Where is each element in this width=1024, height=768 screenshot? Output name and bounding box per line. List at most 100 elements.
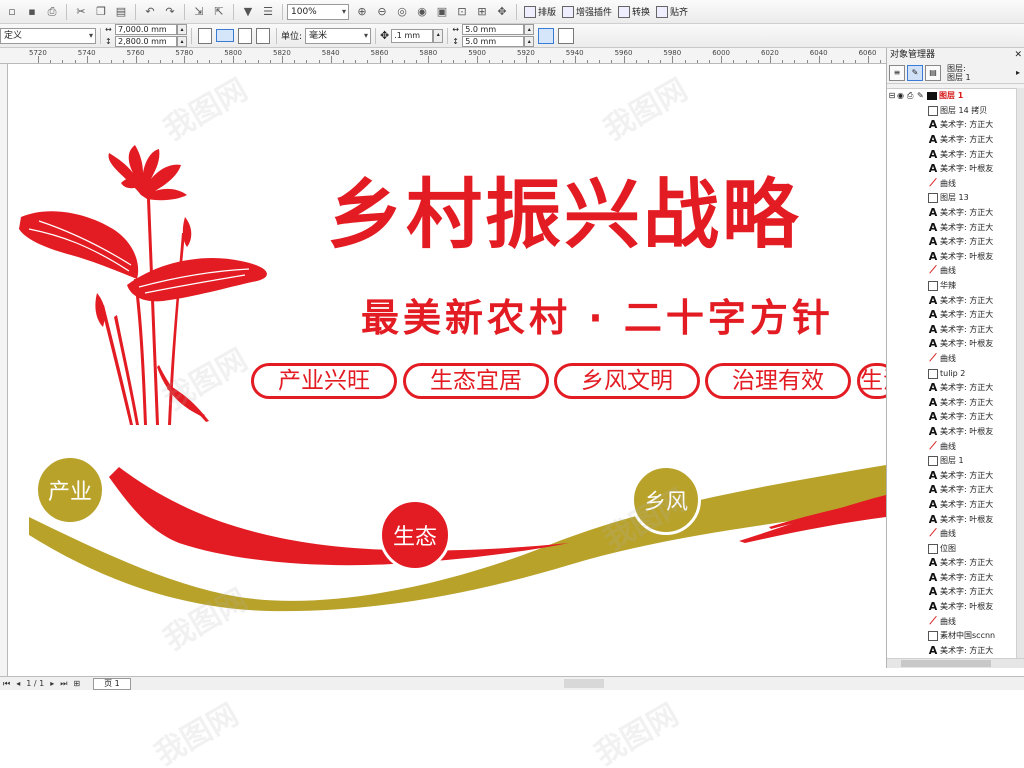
object-tree-scrollbar[interactable] xyxy=(1016,88,1024,658)
zoom-page-icon[interactable]: ▣ xyxy=(433,3,451,21)
dup-y-spinner[interactable]: ▴ xyxy=(524,36,535,47)
add-page-icon[interactable]: ⊞ xyxy=(73,679,80,688)
curve-object-row[interactable]: ⟋ 曲线 xyxy=(887,264,1017,279)
object-group-row[interactable]: tulip 2 xyxy=(887,366,1017,381)
layer-manager-view-icon[interactable]: ▤ xyxy=(925,64,941,81)
nudge-spinner[interactable]: ▴ xyxy=(433,28,444,43)
text-object-row[interactable]: A 美术字: 方正大 xyxy=(887,235,1017,250)
object-group-row[interactable]: 图层 13 xyxy=(887,191,1017,206)
text-object-row[interactable]: A 美术字: 方正大 xyxy=(887,395,1017,410)
page-width-field[interactable]: 7,000.0 mm xyxy=(115,24,177,35)
zoom-selected-icon[interactable]: ◎ xyxy=(393,3,411,21)
text-object-row[interactable]: A 美术字: 叶根友 xyxy=(887,425,1017,440)
nudge-distance-field[interactable]: .1 mm xyxy=(391,28,434,43)
zoom-width-icon[interactable]: ⊡ xyxy=(453,3,471,21)
horizontal-scrollbar[interactable] xyxy=(564,679,604,688)
panel-menu-icon[interactable]: ▸ xyxy=(1016,68,1020,77)
edit-across-layers-icon[interactable]: ✎ xyxy=(907,64,923,81)
last-page-icon[interactable]: ⏭ xyxy=(60,679,67,689)
text-object-row[interactable]: A 美术字: 方正大 xyxy=(887,133,1017,148)
previous-page-icon[interactable]: ◂ xyxy=(16,679,20,688)
curve-object-row[interactable]: ⟋ 曲线 xyxy=(887,439,1017,454)
object-group-row[interactable]: 位图 xyxy=(887,541,1017,556)
text-object-row[interactable]: A 美术字: 叶根友 xyxy=(887,250,1017,265)
visibility-eye-icon[interactable]: ◉ xyxy=(897,89,907,103)
curve-object-row[interactable]: ⟋ 曲线 xyxy=(887,352,1017,367)
curve-object-row[interactable]: ⟋ 曲线 xyxy=(887,177,1017,192)
text-object-row[interactable]: A 美术字: 方正大 xyxy=(887,118,1017,133)
next-page-icon[interactable]: ▸ xyxy=(50,679,54,688)
landscape-icon[interactable] xyxy=(216,29,234,42)
drawing-canvas[interactable]: 乡村振兴战略 最美新农村 · 二十字方针 产业兴旺 生态宜居 乡风文明 治理有效… xyxy=(9,65,886,675)
curve-object-row[interactable]: ⟋ 曲线 xyxy=(887,614,1017,629)
copy-icon[interactable]: ❐ xyxy=(92,3,110,21)
object-group-row[interactable]: 素材中国sccnn xyxy=(887,629,1017,644)
text-object-row[interactable]: A 美术字: 方正大 xyxy=(887,206,1017,221)
first-page-icon[interactable]: ⏮ xyxy=(3,679,10,689)
width-spinner[interactable]: ▴ xyxy=(177,24,187,35)
plugins-button[interactable]: 增强插件 xyxy=(559,3,615,21)
zoom-in-icon[interactable]: ⊕ xyxy=(353,3,371,21)
text-object-row[interactable]: A 美术字: 叶根友 xyxy=(887,600,1017,615)
scrollbar-thumb[interactable] xyxy=(901,660,991,667)
text-object-row[interactable]: A 美术字: 方正大 xyxy=(887,585,1017,600)
object-tree-horizontal-scrollbar[interactable] xyxy=(887,658,1024,668)
app-launcher-icon[interactable]: ☰ xyxy=(259,3,277,21)
undo-icon[interactable]: ↶ xyxy=(141,3,159,21)
cut-icon[interactable]: ✂ xyxy=(72,3,90,21)
publish-pdf-icon[interactable]: ▼ xyxy=(239,3,257,21)
snap-button[interactable]: 贴齐 xyxy=(653,3,691,21)
layer-row[interactable]: ⊟ ◉ ⎙ ✎ 图层 1 xyxy=(887,89,1017,104)
lock-icon[interactable]: ✎ xyxy=(917,89,927,103)
text-object-row[interactable]: A 美术字: 方正大 xyxy=(887,571,1017,586)
text-object-row[interactable]: A 美术字: 方正大 xyxy=(887,483,1017,498)
export-icon[interactable]: ⇱ xyxy=(210,3,228,21)
zoom-out-icon[interactable]: ⊖ xyxy=(373,3,391,21)
page-tab[interactable]: 页 1 xyxy=(93,677,131,690)
zoom-height-icon[interactable]: ⊞ xyxy=(473,3,491,21)
collapse-icon[interactable]: ⊟ xyxy=(887,89,897,103)
snap-objects-icon[interactable] xyxy=(538,27,555,44)
text-object-row[interactable]: A 美术字: 方正大 xyxy=(887,556,1017,571)
save-icon[interactable]: ▪ xyxy=(23,3,41,21)
object-group-row[interactable]: 图层 1 xyxy=(887,454,1017,469)
text-object-row[interactable]: A 美术字: 叶根友 xyxy=(887,337,1017,352)
zoom-level-select[interactable]: 100% xyxy=(287,3,349,20)
height-spinner[interactable]: ▴ xyxy=(177,36,187,47)
pan-icon[interactable]: ✥ xyxy=(493,3,511,21)
duplicate-y-field[interactable]: 5.0 mm xyxy=(462,36,525,47)
import-icon[interactable]: ⇲ xyxy=(190,3,208,21)
text-object-row[interactable]: A 美术字: 方正大 xyxy=(887,308,1017,323)
new-document-icon[interactable]: ▫ xyxy=(3,3,21,21)
all-pages-icon[interactable] xyxy=(238,27,252,44)
convert-button[interactable]: 转换 xyxy=(615,3,653,21)
redo-icon[interactable]: ↷ xyxy=(161,3,179,21)
dup-x-spinner[interactable]: ▴ xyxy=(524,24,535,35)
show-properties-icon[interactable]: ≡ xyxy=(889,64,905,81)
text-object-row[interactable]: A 美术字: 方正大 xyxy=(887,498,1017,513)
curve-object-row[interactable]: ⟋ 曲线 xyxy=(887,527,1017,542)
text-object-row[interactable]: A 美术字: 方正大 xyxy=(887,644,1017,658)
unit-select[interactable]: 毫米 xyxy=(305,27,372,44)
current-page-icon[interactable] xyxy=(256,27,270,44)
print-toggle-icon[interactable]: ⎙ xyxy=(907,89,917,103)
duplicate-x-field[interactable]: 5.0 mm xyxy=(462,24,525,35)
text-object-row[interactable]: A 美术字: 方正大 xyxy=(887,293,1017,308)
text-object-row[interactable]: A 美术字: 方正大 xyxy=(887,468,1017,483)
object-group-row[interactable]: 华辣 xyxy=(887,279,1017,294)
paste-icon[interactable]: ▤ xyxy=(112,3,130,21)
text-object-row[interactable]: A 美术字: 方正大 xyxy=(887,410,1017,425)
text-object-row[interactable]: A 美术字: 叶根友 xyxy=(887,512,1017,527)
zoom-all-icon[interactable]: ◉ xyxy=(413,3,431,21)
page-height-field[interactable]: 2,800.0 mm xyxy=(115,36,177,47)
portrait-icon[interactable] xyxy=(198,27,212,44)
text-object-row[interactable]: A 美术字: 方正大 xyxy=(887,381,1017,396)
page-preset-select[interactable]: 定义 xyxy=(0,27,96,44)
text-object-row[interactable]: A 美术字: 叶根友 xyxy=(887,162,1017,177)
text-object-row[interactable]: A 美术字: 方正大 xyxy=(887,323,1017,338)
text-object-row[interactable]: A 美术字: 方正大 xyxy=(887,220,1017,235)
close-icon[interactable]: ✕ xyxy=(1014,48,1022,62)
layout-button[interactable]: 排版 xyxy=(521,3,559,21)
print-icon[interactable]: ⎙ xyxy=(43,3,61,21)
object-group-row[interactable]: 图层 14 拷贝 xyxy=(887,104,1017,119)
